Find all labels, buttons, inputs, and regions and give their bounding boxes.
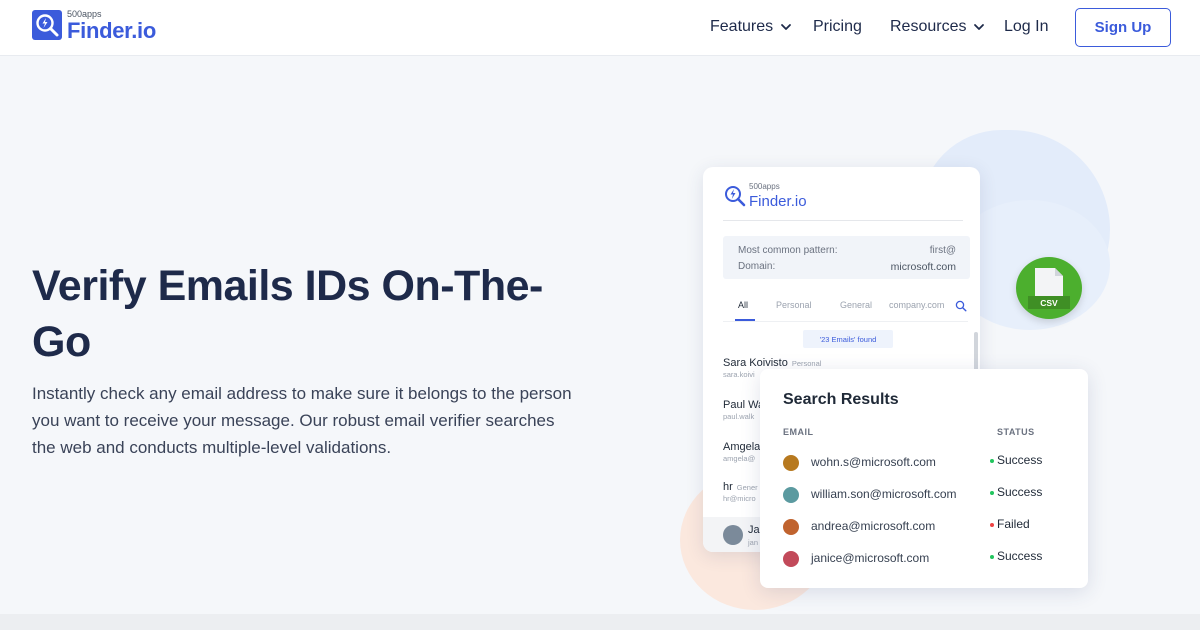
avatar bbox=[783, 487, 799, 503]
domain-value: microsoft.com bbox=[890, 261, 956, 273]
result-status: Failed bbox=[990, 517, 1030, 531]
nav-features-label: Features bbox=[710, 18, 774, 35]
tab-personal[interactable]: Personal bbox=[776, 300, 812, 310]
contact-name: Paul Wa bbox=[723, 399, 765, 411]
hero-title-line1: Verify Emails IDs On-The- bbox=[32, 262, 543, 310]
pattern-label: Most common pattern: bbox=[738, 245, 838, 256]
result-status-label: Success bbox=[997, 453, 1043, 467]
contact-row[interactable]: hr Gener hr@micro bbox=[723, 481, 758, 503]
csv-label: CSV bbox=[1028, 296, 1070, 309]
result-status: Success bbox=[990, 485, 1042, 499]
chevron-down-icon bbox=[974, 24, 985, 30]
contact-row[interactable]: Paul Wa paul.walk bbox=[723, 399, 764, 421]
nav-login[interactable]: Log In bbox=[1004, 18, 1048, 36]
contact-name: Ja bbox=[748, 524, 760, 536]
nav-resources[interactable]: Resources bbox=[890, 18, 986, 36]
column-header-status: STATUS bbox=[997, 427, 1035, 437]
finder-logo[interactable]: 500apps Finder.io bbox=[32, 9, 162, 43]
hero-description: Instantly check any email address to mak… bbox=[32, 384, 572, 457]
contact-row[interactable]: Amgela amgela@ bbox=[723, 441, 760, 463]
results-title: Search Results bbox=[783, 391, 899, 408]
status-dot-icon bbox=[990, 522, 994, 527]
search-results-card: Search Results EMAIL STATUS wohn.s@micro… bbox=[760, 369, 1088, 588]
magnifier-bolt-icon bbox=[32, 10, 62, 40]
tabs-divider bbox=[723, 321, 968, 322]
result-status: Success bbox=[990, 549, 1042, 563]
status-dot-icon bbox=[990, 490, 994, 495]
avatar bbox=[783, 455, 799, 471]
nav-login-label: Log In bbox=[1004, 18, 1049, 35]
logo-wordmark: Finder.io bbox=[67, 18, 156, 43]
result-row[interactable]: william.son@microsoft.com Success bbox=[783, 485, 1073, 505]
magnifier-bolt-icon bbox=[725, 186, 746, 207]
nav-features[interactable]: Features bbox=[710, 18, 793, 36]
found-count-badge: '23 Emails' found bbox=[803, 330, 893, 348]
avatar bbox=[723, 525, 743, 545]
avatar bbox=[783, 551, 799, 567]
hero-title: Verify Emails IDs On-The- Go bbox=[32, 258, 592, 370]
site-header: 500apps Finder.io Features Pricing Resou… bbox=[0, 0, 1200, 55]
section-divider bbox=[0, 614, 1200, 630]
result-email: william.son@microsoft.com bbox=[811, 487, 957, 501]
contact-name: hr bbox=[723, 481, 733, 493]
result-status-label: Success bbox=[997, 485, 1043, 499]
pattern-box: Most common pattern: Domain: first@ micr… bbox=[723, 236, 970, 279]
avatar bbox=[783, 519, 799, 535]
nav-pricing-label: Pricing bbox=[813, 18, 862, 35]
result-status-label: Failed bbox=[997, 517, 1030, 531]
result-row[interactable]: janice@microsoft.com Success bbox=[783, 549, 1073, 569]
pattern-value: first@ bbox=[929, 245, 956, 256]
result-email: wohn.s@microsoft.com bbox=[811, 455, 936, 469]
divider bbox=[723, 220, 963, 221]
result-email: janice@microsoft.com bbox=[811, 551, 930, 565]
tab-all[interactable]: All bbox=[738, 300, 748, 310]
search-icon[interactable] bbox=[955, 300, 967, 312]
contact-name: Amgela bbox=[723, 441, 761, 453]
status-dot-icon bbox=[990, 458, 994, 463]
result-email: andrea@microsoft.com bbox=[811, 519, 936, 533]
result-status-label: Success bbox=[997, 549, 1043, 563]
contact-email: hr@micro bbox=[723, 494, 756, 503]
contact-tag: Gener bbox=[736, 483, 758, 492]
contact-name: Sara Koivisto bbox=[723, 357, 788, 369]
chevron-down-icon bbox=[781, 24, 792, 30]
card-logo-subtitle: 500apps bbox=[749, 182, 780, 191]
result-status: Success bbox=[990, 453, 1042, 467]
nav-pricing[interactable]: Pricing bbox=[813, 18, 862, 36]
contact-email: jan bbox=[748, 538, 759, 547]
tab-company[interactable]: company.com bbox=[889, 300, 944, 310]
result-row[interactable]: wohn.s@microsoft.com Success bbox=[783, 453, 1073, 473]
column-header-email: EMAIL bbox=[783, 427, 814, 437]
hero-title-line2: Go bbox=[32, 318, 91, 366]
signup-button[interactable]: Sign Up bbox=[1075, 8, 1171, 47]
contact-tag: Personal bbox=[791, 359, 822, 368]
domain-label: Domain: bbox=[738, 261, 776, 272]
card-logo-wordmark: Finder.io bbox=[749, 193, 807, 210]
result-row[interactable]: andrea@microsoft.com Failed bbox=[783, 517, 1073, 537]
contact-email: amgela@ bbox=[723, 454, 756, 463]
nav-resources-label: Resources bbox=[890, 18, 967, 35]
status-dot-icon bbox=[990, 554, 994, 559]
tab-general[interactable]: General bbox=[840, 300, 872, 310]
contact-email: paul.walk bbox=[723, 412, 755, 421]
